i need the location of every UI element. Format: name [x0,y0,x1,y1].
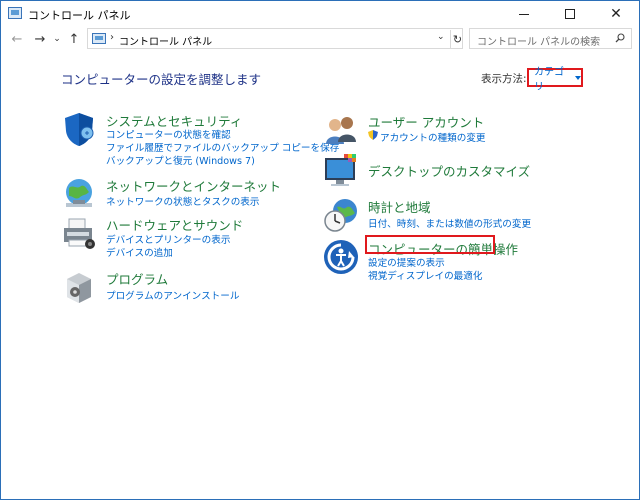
link-file-history-backup[interactable]: ファイル履歴でファイルのバックアップ コピーを保存 [106,140,339,154]
search-box[interactable]: コントロール パネルの検索 [469,28,632,49]
arrow-left-icon: ← [11,31,23,47]
back-button[interactable]: ← [8,30,26,48]
control-panel-app-icon [8,7,22,19]
link-devices-printers[interactable]: デバイスとプリンターの表示 [106,232,230,246]
shield-icon [65,113,94,146]
view-by-label: 表示方法: [481,73,527,85]
forward-button[interactable]: → [31,30,49,48]
page-heading: コンピューターの設定を調整します [61,72,262,87]
link-network-status-tasks[interactable]: ネットワークの状態とタスクの表示 [106,194,260,208]
network-globe-icon [66,179,92,207]
minimize-icon [519,13,529,15]
address-bar[interactable]: › コントロール パネル ⌄ ↻ [87,28,463,49]
ease-of-access-icon [324,240,358,274]
category-programs-title[interactable]: プログラム [106,269,168,288]
control-panel-window: コントロール パネル ✕ ← → ⌄ ↑ › コントロール パネル ⌄ ↻ コン… [0,0,640,500]
link-backup-restore-windows7[interactable]: バックアップと復元 (Windows 7) [106,153,255,167]
link-check-computer-status[interactable]: コンピューターの状態を確認 [106,127,231,141]
link-get-recommendations[interactable]: 設定の提案の表示 [368,255,445,269]
close-icon: ✕ [610,6,622,22]
category-user-accounts-title[interactable]: ユーザー アカウント [368,112,484,131]
refresh-button[interactable]: ↻ [450,30,464,48]
refresh-icon: ↻ [452,32,463,46]
breadcrumb-separator-icon[interactable]: › [110,32,114,43]
chevron-down-icon: ⌄ [53,34,61,44]
minimize-button[interactable] [501,1,547,27]
navigation-bar: ← → ⌄ ↑ › コントロール パネル ⌄ ↻ コントロール パネルの検索 [1,27,639,51]
users-icon [326,117,356,144]
desktop-monitor-icon [325,154,356,186]
arrow-right-icon: → [34,31,46,47]
uac-shield-icon [368,130,378,140]
link-add-device[interactable]: デバイスの追加 [106,245,173,259]
maximize-button[interactable] [547,1,593,27]
link-optimize-visual-display[interactable]: 視覚ディスプレイの最適化 [368,268,482,282]
link-change-date-time-format[interactable]: 日付、時刻、または数値の形式の変更 [368,216,531,230]
clock-globe-icon [324,199,357,232]
search-icon[interactable] [615,33,625,43]
title-bar[interactable]: コントロール パネル ✕ [1,1,639,27]
view-by-dropdown[interactable]: カテゴリ [527,67,583,93]
arrow-up-icon: ↑ [68,31,80,47]
window-title: コントロール パネル [28,9,131,22]
up-button[interactable]: ↑ [65,30,83,48]
printer-icon [64,218,95,249]
breadcrumb-control-panel[interactable]: コントロール パネル [119,33,212,48]
maximize-icon [565,9,575,19]
link-change-account-type[interactable]: アカウントの種類の変更 [380,130,486,144]
close-button[interactable]: ✕ [593,1,639,27]
dropdown-arrow-icon [575,75,581,80]
link-uninstall-program[interactable]: プログラムのアンインストール [106,288,239,302]
category-personalization-title[interactable]: デスクトップのカスタマイズ [368,161,530,180]
category-clock-region-title[interactable]: 時計と地域 [368,197,431,216]
view-by-value: カテゴリ [534,66,564,93]
search-input[interactable]: コントロール パネルの検索 [477,33,600,48]
program-box-icon [67,273,91,303]
highlight-ease-of-access [365,235,495,254]
category-network-internet-title[interactable]: ネットワークとインターネット [106,176,281,195]
control-panel-small-icon [92,33,106,44]
address-dropdown-icon[interactable]: ⌄ [437,32,445,42]
recent-locations-button[interactable]: ⌄ [51,30,63,48]
